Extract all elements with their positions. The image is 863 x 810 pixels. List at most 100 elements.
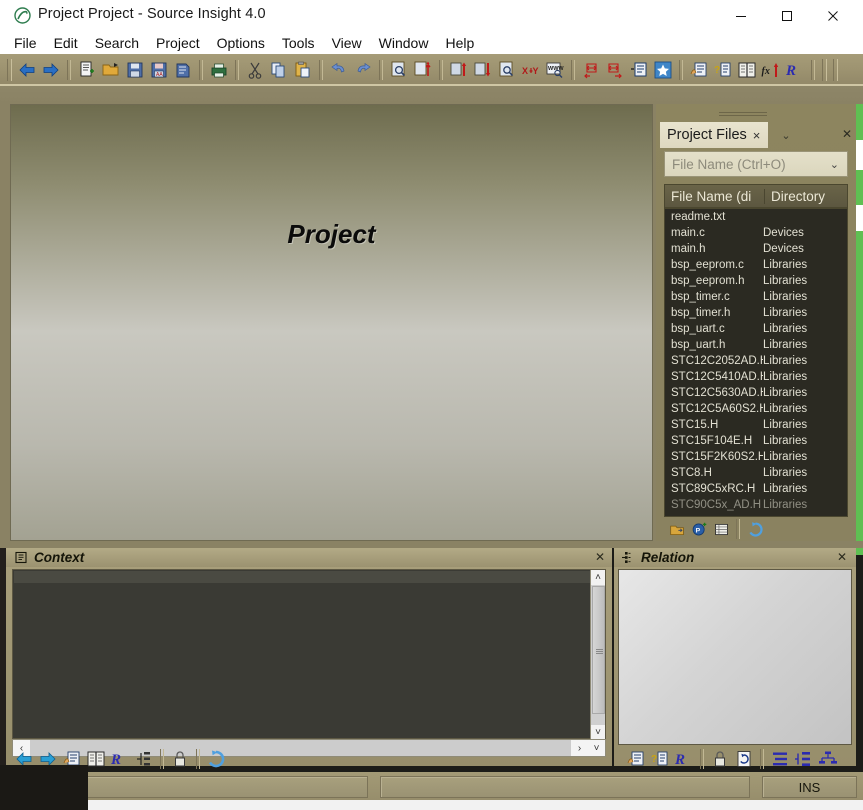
scroll-down-arrow-icon[interactable]: ˅	[591, 725, 605, 740]
relation-panel-body[interactable]	[618, 569, 852, 745]
column-header-file-name[interactable]: File Name (di	[665, 188, 765, 204]
jump-forward-icon[interactable]	[603, 58, 627, 82]
search-down-icon[interactable]	[471, 58, 495, 82]
lock-icon[interactable]	[168, 747, 192, 771]
help-symbol-icon[interactable]: ?	[648, 747, 672, 771]
tree-graph-icon[interactable]	[816, 747, 840, 771]
context-panel-body[interactable]: ˄ ˅	[12, 569, 606, 740]
file-list-row[interactable]: STC90C5x_AD.H Libraries	[665, 497, 847, 513]
redo-icon[interactable]	[351, 58, 375, 82]
back-arrow-icon[interactable]	[15, 58, 39, 82]
add-file-icon[interactable]	[666, 520, 688, 538]
menu-item-project[interactable]: Project	[156, 35, 200, 51]
context-window-icon[interactable]	[624, 747, 648, 771]
search-up-icon[interactable]	[447, 58, 471, 82]
print-icon[interactable]	[207, 58, 231, 82]
sync-icon[interactable]	[204, 747, 228, 771]
relation-window-icon[interactable]: R	[783, 58, 807, 82]
scroll-thumb[interactable]	[592, 586, 605, 714]
file-list-row[interactable]: bsp_eeprom.c Libraries	[665, 257, 847, 273]
context-panel-close-icon[interactable]: ✕	[595, 550, 605, 564]
toolbar-grip[interactable]	[7, 58, 12, 81]
cut-scissors-icon[interactable]	[243, 58, 267, 82]
menu-item-search[interactable]: Search	[95, 35, 139, 51]
file-list-row[interactable]: bsp_uart.c Libraries	[665, 321, 847, 337]
relation-window-icon[interactable]: R	[108, 747, 132, 771]
new-file-icon[interactable]	[75, 58, 99, 82]
project-file-list[interactable]: readme.txt main.c Devices main.h Devices bsp_…	[664, 208, 848, 517]
file-list-row[interactable]: bsp_timer.c Libraries	[665, 289, 847, 305]
menu-item-edit[interactable]: Edit	[54, 35, 78, 51]
help-symbol-icon[interactable]: ?	[711, 58, 735, 82]
relation-panel-header[interactable]: Relation ✕	[614, 548, 856, 567]
toolbar-grip-end[interactable]	[822, 58, 827, 81]
function-up-icon[interactable]: fx	[759, 58, 783, 82]
forward-arrow-icon[interactable]	[39, 58, 63, 82]
menu-item-file[interactable]: File	[14, 35, 37, 51]
search-file-icon[interactable]	[387, 58, 411, 82]
undo-icon[interactable]	[327, 58, 351, 82]
relation-window-icon[interactable]: R	[672, 747, 696, 771]
file-list-row[interactable]: STC8.H Libraries	[665, 465, 847, 481]
jump-back-icon[interactable]	[579, 58, 603, 82]
file-list-row[interactable]: STC12C5630AD.H Libraries	[665, 385, 847, 401]
tab-project-files[interactable]: Project Files ×	[660, 122, 769, 148]
editor-window[interactable]: Project	[10, 104, 653, 541]
replace-xy-icon[interactable]: XY	[519, 58, 543, 82]
context-window-icon[interactable]	[687, 58, 711, 82]
symbol-window-icon[interactable]	[627, 58, 651, 82]
sync-icon[interactable]	[744, 520, 766, 538]
file-list-row[interactable]: readme.txt	[665, 209, 847, 225]
save-icon[interactable]	[123, 58, 147, 82]
copy-icon[interactable]	[267, 58, 291, 82]
outline-icon[interactable]	[132, 747, 156, 771]
file-list-icon[interactable]	[710, 520, 732, 538]
file-list-row[interactable]: STC15F104E.H Libraries	[665, 433, 847, 449]
outline-vertical-icon[interactable]	[768, 747, 792, 771]
file-list-row[interactable]: STC15.H Libraries	[665, 417, 847, 433]
scroll-up-arrow-icon[interactable]: ˄	[591, 570, 605, 585]
paste-icon[interactable]	[291, 58, 315, 82]
chevron-down-icon[interactable]: ⌄	[778, 126, 794, 144]
web-search-icon[interactable]: WWW	[543, 58, 567, 82]
status-insert-mode-cell[interactable]: INS	[762, 776, 857, 798]
file-list-row[interactable]: bsp_uart.h Libraries	[665, 337, 847, 353]
workspace-horizontal-splitter[interactable]	[0, 541, 863, 548]
open-folder-icon[interactable]	[99, 58, 123, 82]
browse-book-icon[interactable]	[735, 58, 759, 82]
file-list-row[interactable]: STC12C5A60S2.H Libraries	[665, 401, 847, 417]
minimize-button[interactable]	[718, 0, 764, 31]
save-all-icon[interactable]: AA	[147, 58, 171, 82]
close-file-icon[interactable]	[171, 58, 195, 82]
refresh-icon[interactable]	[732, 747, 756, 771]
lock-icon[interactable]	[708, 747, 732, 771]
panel-close-icon[interactable]: ✕	[840, 127, 854, 141]
file-list-row[interactable]: bsp_timer.h Libraries	[665, 305, 847, 321]
chevron-down-icon[interactable]: ⌄	[830, 158, 839, 171]
file-list-row[interactable]: main.c Devices	[665, 225, 847, 241]
menu-item-view[interactable]: View	[332, 35, 362, 51]
lookup-reference-icon[interactable]	[495, 58, 519, 82]
file-list-row[interactable]: STC89C5xRC.H Libraries	[665, 481, 847, 497]
menu-item-window[interactable]: Window	[379, 35, 429, 51]
panel-grip[interactable]	[719, 112, 767, 117]
close-icon[interactable]: ×	[753, 129, 761, 142]
file-name-search-input[interactable]: File Name (Ctrl+O) ⌄	[664, 151, 848, 177]
file-list-row[interactable]: STC15F2K60S2.H Libraries	[665, 449, 847, 465]
close-button[interactable]	[810, 0, 856, 31]
file-list-row[interactable]: STC12C2052AD.H Libraries	[665, 353, 847, 369]
file-list-row[interactable]: bsp_eeprom.h Libraries	[665, 273, 847, 289]
context-vertical-scrollbar[interactable]: ˄ ˅	[590, 570, 605, 740]
menu-item-options[interactable]: Options	[217, 35, 265, 51]
context-panel-header[interactable]: Context ✕	[6, 548, 612, 567]
file-list-row[interactable]: main.h Devices	[665, 241, 847, 257]
add-project-icon[interactable]: P	[688, 520, 710, 538]
menu-item-help[interactable]: Help	[445, 35, 474, 51]
toolbar-grip-end2[interactable]	[833, 58, 838, 81]
maximize-button[interactable]	[764, 0, 810, 31]
relation-panel-close-icon[interactable]: ✕	[837, 550, 847, 564]
column-header-directory[interactable]: Directory	[765, 189, 847, 204]
bookmark-star-icon[interactable]	[651, 58, 675, 82]
menu-item-tools[interactable]: Tools	[282, 35, 315, 51]
outline-horizontal-icon[interactable]	[792, 747, 816, 771]
